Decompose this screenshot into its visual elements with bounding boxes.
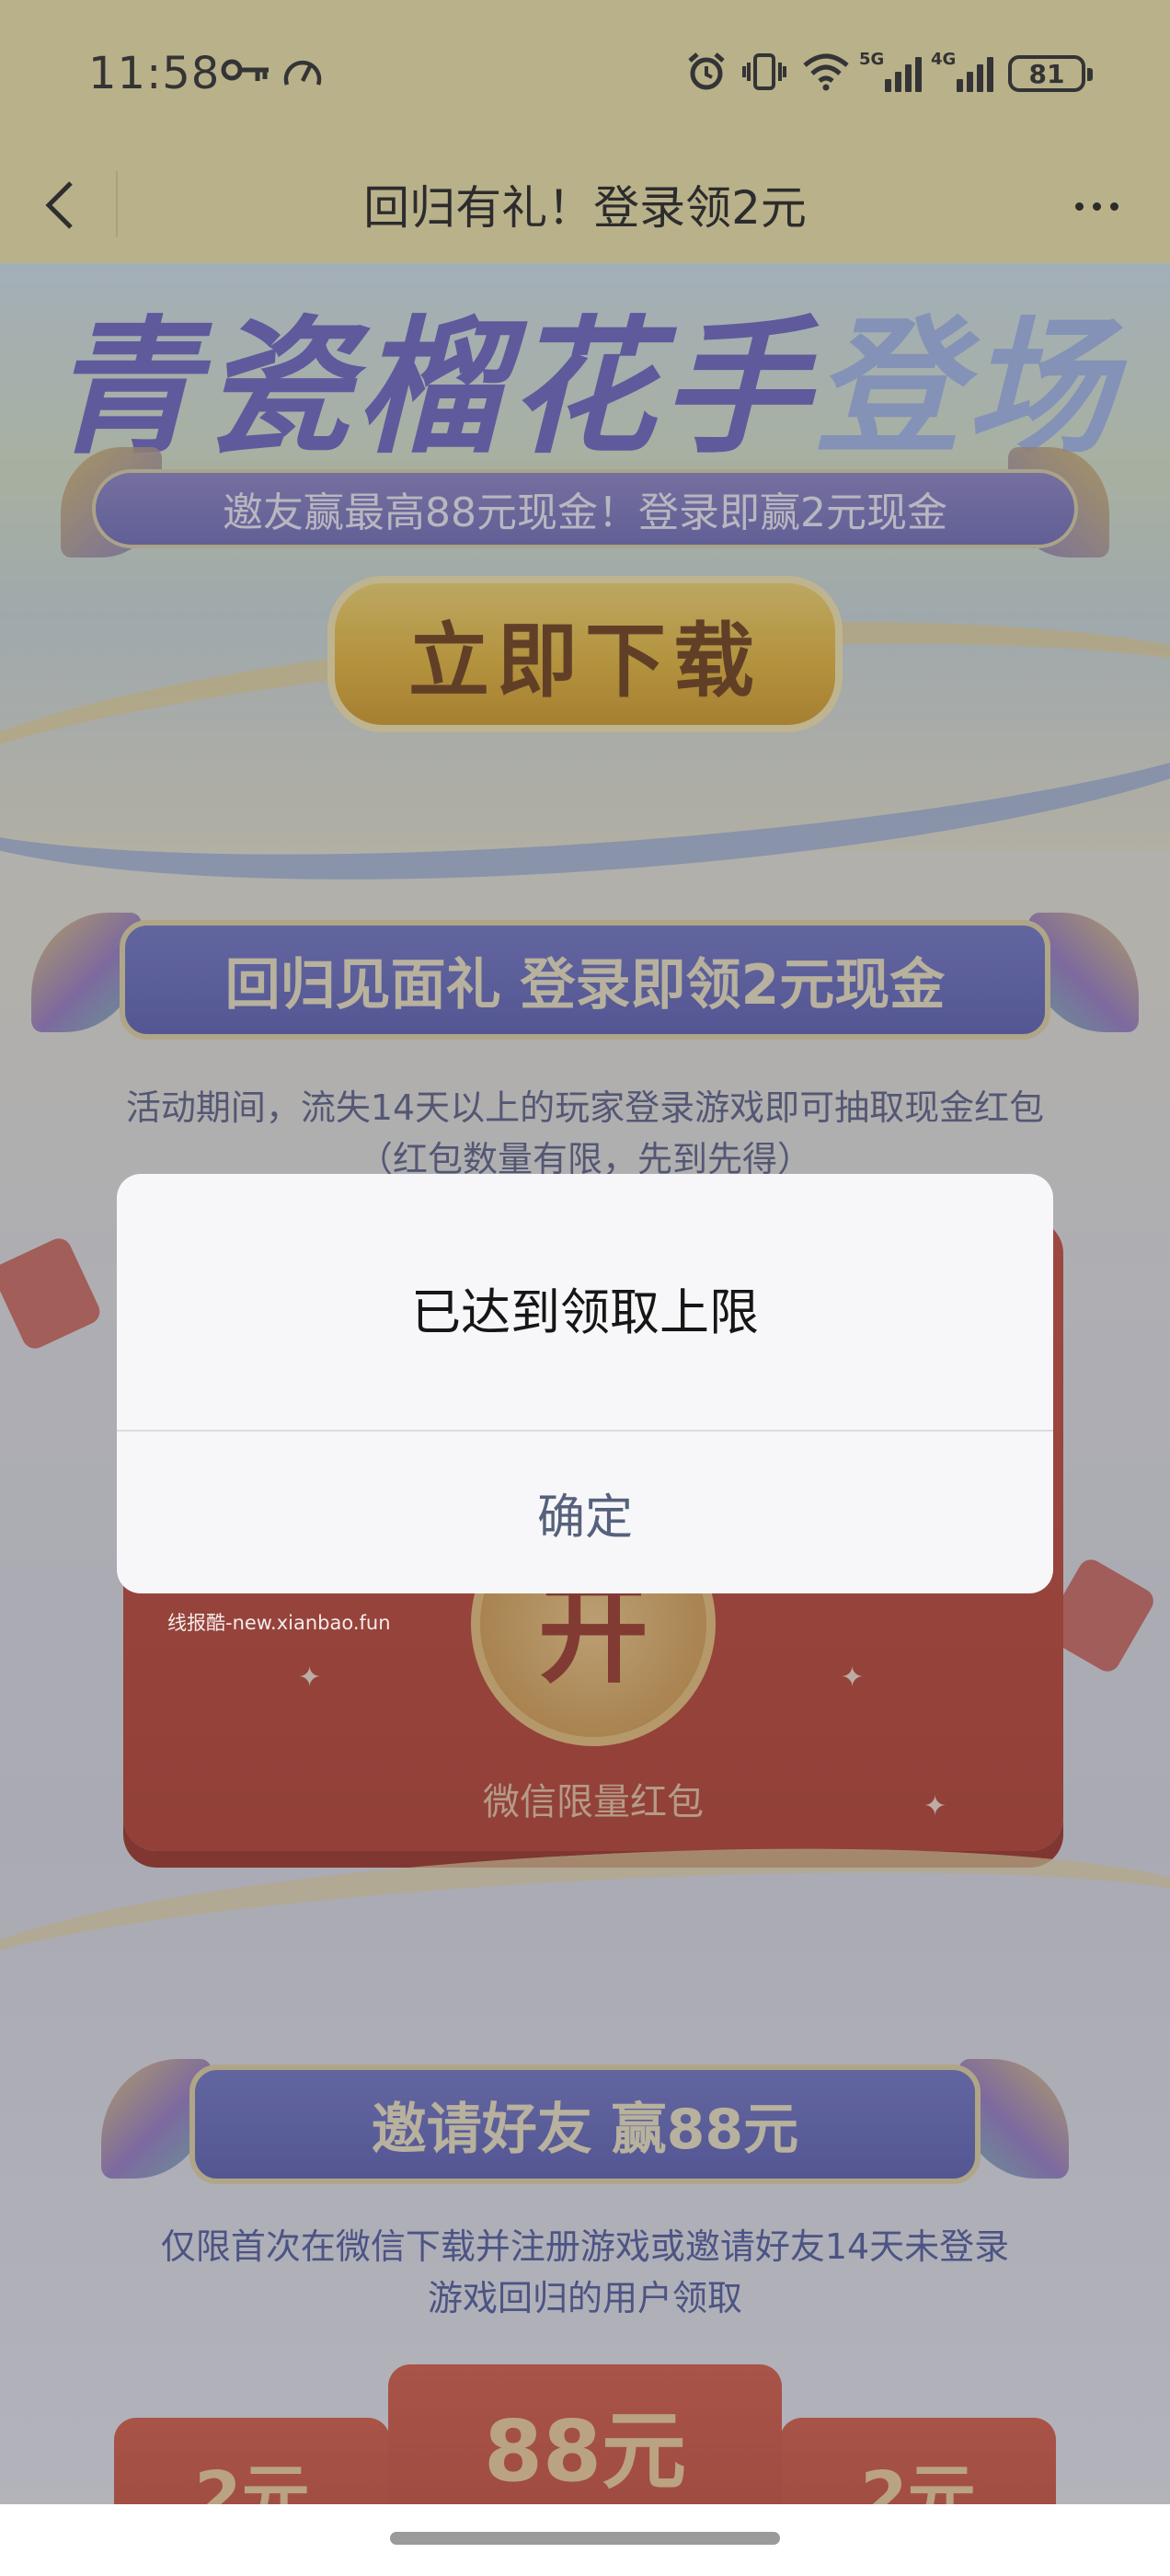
gesture-nav-bar xyxy=(0,2504,1170,2576)
home-indicator[interactable] xyxy=(390,2532,780,2545)
alert-dialog: 已达到领取上限 确定 xyxy=(117,1174,1053,1593)
watermark: 线报酷-new.xianbao.fun xyxy=(167,1612,391,1634)
dialog-message: 已达到领取上限 xyxy=(411,1283,759,1341)
confirm-button[interactable]: 确定 xyxy=(117,1432,1053,1593)
